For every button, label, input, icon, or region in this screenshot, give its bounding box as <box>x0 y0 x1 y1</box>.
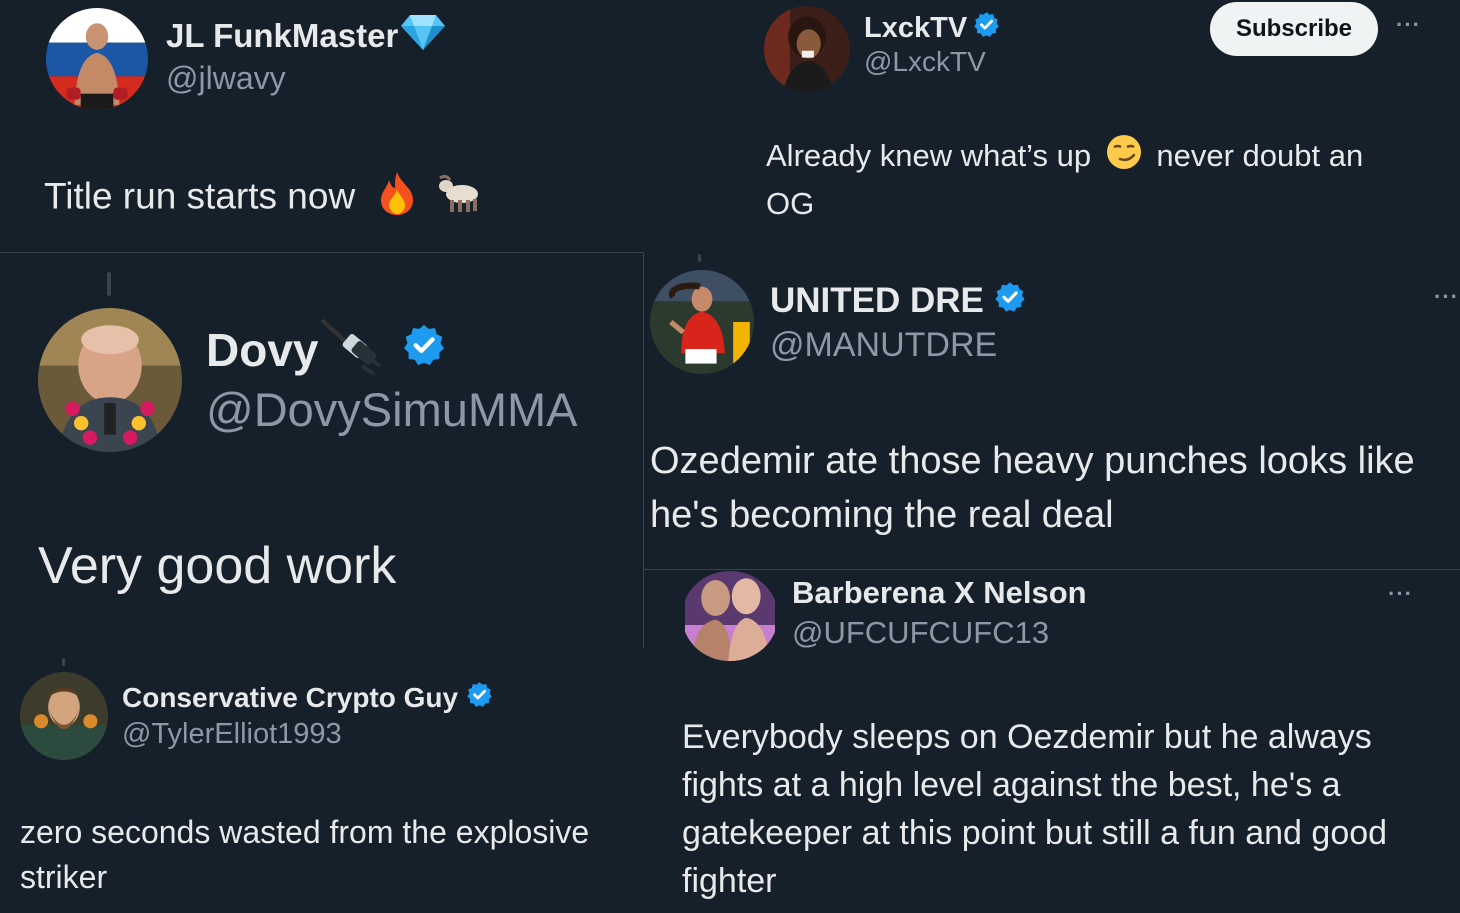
smirk-emoji-icon <box>1106 134 1142 182</box>
tweet-crypto: Conservative Crypto Guy @TylerElliot1993… <box>0 650 642 913</box>
avatar[interactable] <box>46 8 148 110</box>
tweet-text-content: Already knew what’s up <box>766 138 1092 174</box>
tweet-lxck: LxckTV @LxckTV Subscribe ··· Already kne… <box>642 0 1460 252</box>
tweet-jl: JL FunkMaster @jlwavy Title run starts n… <box>0 0 642 252</box>
goat-emoji-icon <box>436 172 480 225</box>
diamond-icon <box>400 13 446 59</box>
author-handle[interactable]: @jlwavy <box>166 60 286 97</box>
avatar[interactable] <box>682 571 778 661</box>
plug-emoji-icon <box>320 314 386 387</box>
tweet-text: Very good work <box>38 537 397 595</box>
avatar-image <box>764 6 850 92</box>
avatar-image <box>685 571 775 661</box>
avatar[interactable] <box>20 672 108 760</box>
avatar[interactable] <box>38 308 182 452</box>
author-handle[interactable]: @TylerElliot1993 <box>122 718 342 751</box>
fire-emoji-icon <box>377 170 417 227</box>
avatar-image <box>46 8 148 110</box>
author-handle[interactable]: @MANUTDRE <box>770 326 997 365</box>
divider <box>0 252 644 253</box>
author-handle[interactable]: @DovySimuMMA <box>206 382 578 437</box>
divider <box>643 252 644 648</box>
tweet-dovy: Dovy @DovySimuMMA Very good work <box>0 254 642 648</box>
verified-badge-icon <box>973 11 1000 46</box>
more-options-icon[interactable]: ··· <box>1388 581 1413 607</box>
verified-badge-icon <box>466 681 493 715</box>
avatar[interactable] <box>650 270 754 374</box>
divider <box>644 569 1460 570</box>
subscribe-button[interactable]: Subscribe <box>1210 2 1378 56</box>
thread-connector <box>62 658 65 666</box>
avatar[interactable] <box>764 6 850 92</box>
more-options-icon[interactable]: ··· <box>1396 12 1421 38</box>
author-name[interactable]: Barberena X Nelson <box>792 575 1087 611</box>
tweet-text-content: Title run starts now <box>44 175 356 217</box>
tweet-barberena: Barberena X Nelson @UFCUFCUFC13 ··· Ever… <box>644 571 1460 913</box>
verified-badge-icon <box>402 323 446 378</box>
author-name[interactable]: LxckTV <box>864 12 967 45</box>
tweet-text: Already knew what’s up never doubt an OG <box>766 134 1406 226</box>
author-handle[interactable]: @LxckTV <box>864 46 986 78</box>
author-name[interactable]: UNITED DRE <box>770 281 984 321</box>
thread-connector <box>107 272 111 296</box>
thread-connector <box>698 254 701 262</box>
avatar-image <box>20 672 108 760</box>
tweet-text: Everybody sleeps on Oezdemir but he alwa… <box>682 718 1388 900</box>
author-name[interactable]: Dovy <box>206 323 318 377</box>
more-options-icon[interactable]: ··· <box>1434 284 1459 310</box>
author-name[interactable]: JL FunkMaster <box>166 17 398 55</box>
tweet-dre: UNITED DRE @MANUTDRE ··· Ozedemir ate th… <box>644 254 1460 568</box>
tweet-text: zero seconds wasted from the explosive s… <box>20 814 590 895</box>
avatar-image <box>38 308 182 452</box>
tweet-text: Title run starts now <box>44 170 480 227</box>
author-name[interactable]: Conservative Crypto Guy <box>122 682 458 714</box>
avatar-image <box>650 270 754 374</box>
author-handle[interactable]: @UFCUFCUFC13 <box>792 615 1049 651</box>
verified-badge-icon <box>994 281 1026 322</box>
tweet-text: Ozedemir ate those heavy punches looks l… <box>650 440 1415 536</box>
